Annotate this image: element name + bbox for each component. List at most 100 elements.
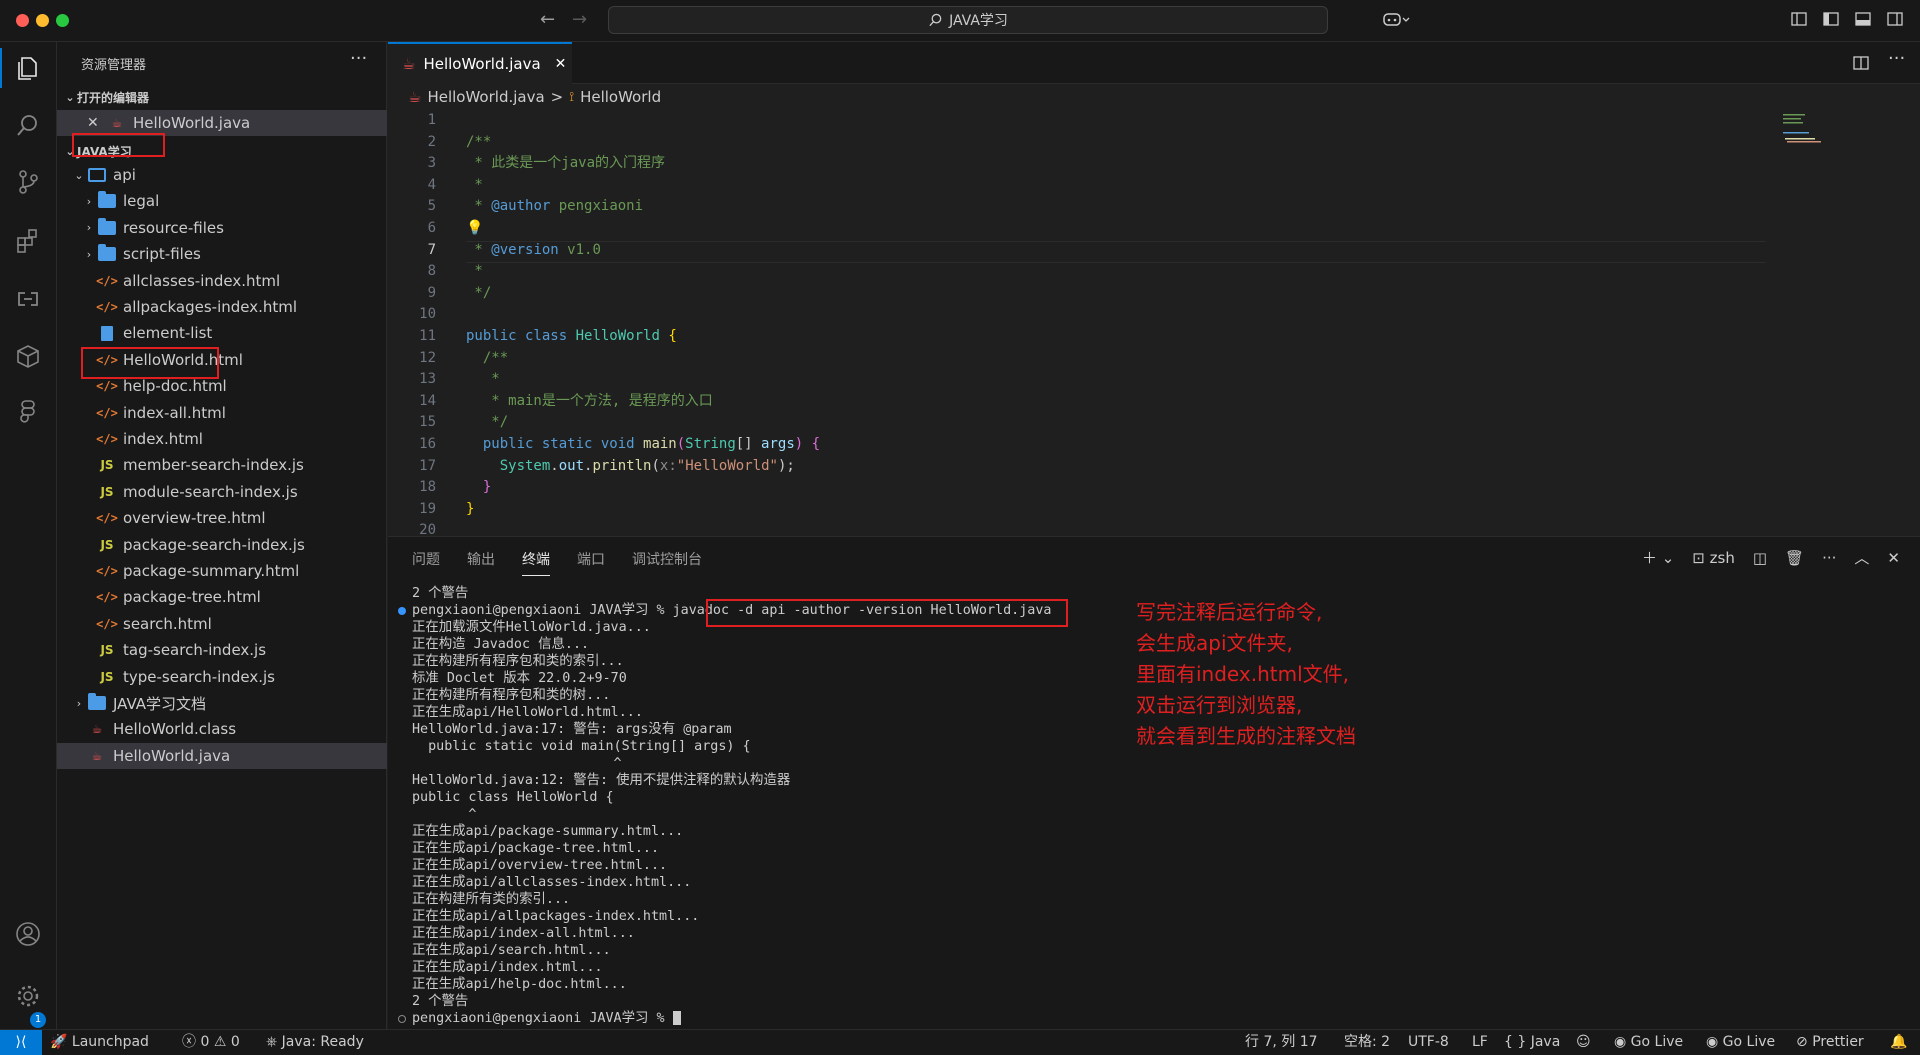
close-tab-icon[interactable]: ✕ (555, 56, 567, 72)
breadcrumb-symbol[interactable]: HelloWorld (580, 88, 661, 106)
status-bar: ⟩⟨ 🚀 Launchpad ⓧ 0 ⚠ 0 ⎈ Java: Ready 行 7… (0, 1029, 1920, 1055)
tree-item[interactable]: › JAVA学习文档 (57, 690, 387, 716)
notifications-bell-icon[interactable]: 🔔 (1890, 1030, 1907, 1055)
packages-icon[interactable] (14, 342, 42, 370)
minimize-window-button[interactable] (36, 14, 49, 27)
split-terminal-icon[interactable]: ◫ (1753, 549, 1767, 567)
chevron-right-icon: › (86, 247, 92, 261)
extensions-icon[interactable] (14, 226, 42, 254)
remote-explorer-icon[interactable] (14, 285, 42, 313)
panel-tab[interactable]: 输出 (467, 549, 495, 576)
prettier-item[interactable]: ⊘ Prettier (1796, 1030, 1864, 1055)
indentation[interactable]: 空格: 2 (1344, 1030, 1390, 1055)
tree-item[interactable]: </> allclasses-index.html (57, 268, 387, 294)
figma-icon[interactable] (14, 398, 42, 426)
annotation-line: 双击运行到浏览器, (1136, 693, 1303, 717)
tree-item[interactable]: JS member-search-index.js (57, 452, 387, 478)
tree-item[interactable]: </> overview-tree.html (57, 505, 387, 531)
open-editor-label: HelloWorld.java (133, 114, 251, 132)
tree-item[interactable]: </> search.html (57, 611, 387, 637)
more-actions-icon[interactable]: ··· (1888, 48, 1905, 69)
js-file-icon: JS (100, 458, 114, 473)
tree-item[interactable]: JS package-search-index.js (57, 532, 387, 558)
accounts-icon[interactable] (14, 920, 42, 948)
customize-layout-icon[interactable] (1790, 10, 1808, 28)
tree-item-label: index-all.html (123, 403, 226, 422)
terminal-line-text: 正在生成api/search.html... (412, 943, 611, 958)
minimap[interactable] (1783, 110, 1903, 170)
close-window-button[interactable] (16, 14, 29, 27)
tree-item[interactable]: ⌄ api (57, 162, 387, 188)
panel-tab[interactable]: 端口 (577, 549, 605, 576)
copilot-icon[interactable] (1382, 10, 1410, 28)
tree-item[interactable]: JS tag-search-index.js (57, 637, 387, 663)
title-bar: ← → JAVA学习 (0, 0, 1920, 42)
tree-item[interactable]: ☕ HelloWorld.class (57, 716, 387, 742)
open-editors-section[interactable]: ⌄ 打开的编辑器 (57, 86, 387, 108)
tree-item[interactable]: </> package-tree.html (57, 584, 387, 610)
command-center-search[interactable]: JAVA学习 (608, 6, 1328, 34)
close-icon[interactable]: ✕ (87, 115, 107, 131)
tree-item[interactable]: › script-files (57, 241, 387, 267)
remote-indicator-icon[interactable]: ⟩⟨ (0, 1030, 42, 1055)
problems-item[interactable]: ⓧ 0 ⚠ 0 (182, 1030, 240, 1055)
close-panel-icon[interactable]: ✕ (1887, 549, 1900, 567)
tree-item[interactable]: </> package-summary.html (57, 558, 387, 584)
go-live-label-1: Go Live (1630, 1034, 1684, 1050)
go-live-item-2[interactable]: ◉ Go Live (1706, 1030, 1775, 1055)
js-file-icon: JS (100, 484, 114, 499)
code-editor[interactable]: 1 2/** 3 * 此类是一个java的入门程序 4 * 5 * @autho… (388, 110, 1920, 536)
explorer-icon[interactable] (0, 48, 42, 88)
tree-item[interactable]: element-list (57, 320, 387, 346)
tree-item[interactable]: › legal (57, 188, 387, 214)
toggle-sidebar-icon[interactable] (1822, 10, 1840, 28)
source-control-icon[interactable] (14, 168, 42, 196)
new-terminal-icon[interactable]: ＋ ⌄ (1642, 547, 1674, 568)
go-live-item-1[interactable]: ◉ Go Live (1614, 1030, 1683, 1055)
tree-item[interactable]: JS module-search-index.js (57, 479, 387, 505)
tab-helloworld-java[interactable]: ☕ HelloWorld.java ✕ (388, 42, 572, 84)
lightbulb-icon[interactable]: 💡 (466, 218, 483, 240)
tree-item[interactable]: </> index.html (57, 426, 387, 452)
search-icon (929, 13, 942, 26)
split-editor-icon[interactable] (1852, 54, 1870, 72)
encoding[interactable]: UTF-8 (1408, 1030, 1449, 1055)
zoom-window-button[interactable] (56, 14, 69, 27)
terminal-line: 正在生成api/overview-tree.html... (412, 857, 1512, 874)
trash-icon[interactable]: 🗑 (1785, 549, 1804, 567)
tree-item[interactable]: ☕ HelloWorld.java (57, 742, 387, 769)
tree-item[interactable]: JS type-search-index.js (57, 664, 387, 690)
copilot-status-icon[interactable]: ☺ (1576, 1030, 1591, 1055)
more-actions-icon[interactable]: ··· (1822, 549, 1836, 567)
terminal-line: ^ (412, 806, 1512, 823)
manage-gear-icon[interactable] (14, 982, 42, 1010)
maximize-panel-icon[interactable]: ︿ (1854, 547, 1869, 568)
launchpad-item[interactable]: 🚀 Launchpad (50, 1030, 149, 1055)
cursor-position[interactable]: 行 7, 列 17 (1245, 1030, 1318, 1055)
language-mode[interactable]: { } Java (1504, 1030, 1560, 1055)
toggle-panel-icon[interactable] (1854, 10, 1872, 28)
forward-arrow-icon[interactable]: → (572, 9, 587, 30)
back-arrow-icon[interactable]: ← (540, 9, 555, 30)
tree-item[interactable]: </> index-all.html (57, 400, 387, 426)
panel-tab[interactable]: 问题 (412, 549, 440, 576)
terminal-shell-selector[interactable]: ⊡ zsh (1692, 549, 1735, 567)
tree-item[interactable]: </> allpackages-index.html (57, 294, 387, 320)
end-of-line[interactable]: LF (1472, 1030, 1488, 1055)
tree-item[interactable]: › resource-files (57, 215, 387, 241)
panel-tab[interactable]: 调试控制台 (632, 549, 702, 576)
warning-icon: ⚠ (213, 1034, 227, 1050)
command-decoration-icon[interactable] (398, 607, 406, 615)
search-view-icon[interactable] (14, 112, 42, 140)
toggle-secondary-sidebar-icon[interactable] (1886, 10, 1904, 28)
breadcrumb-file[interactable]: HelloWorld.java (427, 88, 544, 106)
chevron-down-icon: ⌄ (74, 168, 84, 182)
more-actions-icon[interactable]: ··· (350, 48, 367, 69)
java-status-item[interactable]: ⎈ Java: Ready (266, 1030, 364, 1055)
command-decoration-icon[interactable] (398, 1015, 406, 1023)
terminal-line-text: 正在构造 Javadoc 信息... (412, 637, 590, 652)
panel-tab[interactable]: 终端 (522, 549, 550, 576)
terminal-line-text: pengxiaoni@pengxiaoni JAVA学习 % (412, 1011, 673, 1026)
file-icon (97, 324, 117, 342)
terminal-line-text: 正在生成api/help-doc.html... (412, 977, 627, 992)
